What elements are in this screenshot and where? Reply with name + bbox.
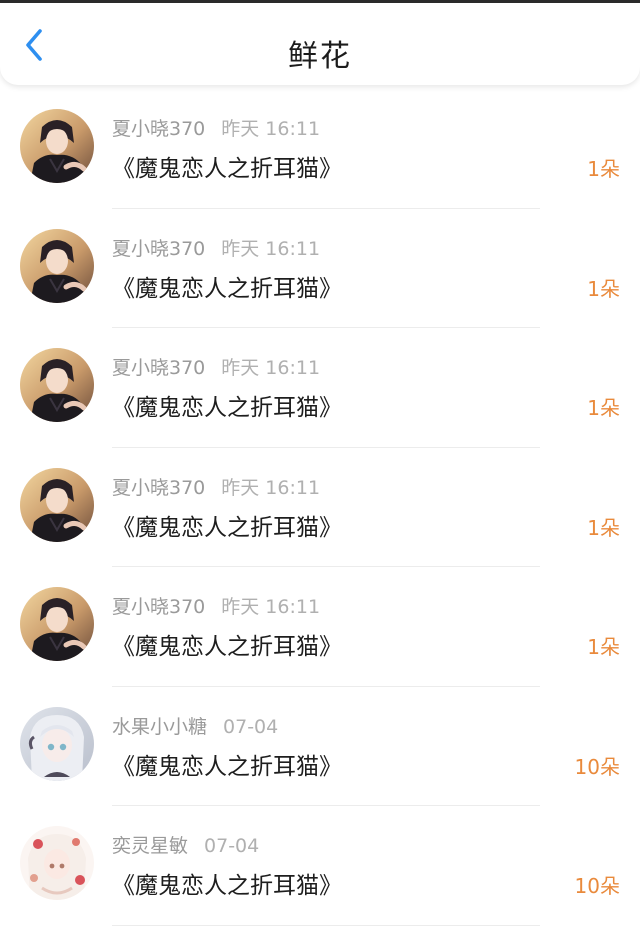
timestamp: 昨天 16:11 bbox=[221, 357, 321, 379]
flower-count: 10朵 bbox=[574, 874, 620, 898]
book-title[interactable]: 《魔鬼恋人之折耳猫》 bbox=[112, 508, 342, 542]
list-item[interactable]: 奕灵星敏 07-04 《魔鬼恋人之折耳猫》 10朵 bbox=[0, 806, 640, 926]
username[interactable]: 奕灵星敏 bbox=[112, 835, 188, 857]
page-title: 鲜花 bbox=[288, 39, 352, 74]
list-item[interactable]: 水果小小糖 07-04 《魔鬼恋人之折耳猫》 10朵 bbox=[0, 687, 640, 806]
avatar[interactable] bbox=[20, 587, 94, 661]
avatar[interactable] bbox=[20, 109, 94, 183]
app-header: 鲜花 bbox=[0, 3, 640, 85]
list-item[interactable]: 夏小晓370 昨天 16:11 《魔鬼恋人之折耳猫》 1朵 bbox=[0, 89, 640, 209]
avatar[interactable] bbox=[20, 706, 94, 781]
book-title[interactable]: 《魔鬼恋人之折耳猫》 bbox=[112, 747, 342, 781]
list-item[interactable]: 夏小晓370 昨天 16:11 《魔鬼恋人之折耳猫》 1朵 bbox=[0, 328, 640, 448]
book-title[interactable]: 《魔鬼恋人之折耳猫》 bbox=[112, 388, 342, 422]
flower-count: 1朵 bbox=[587, 396, 620, 420]
timestamp: 07-04 bbox=[204, 835, 260, 857]
timestamp: 昨天 16:11 bbox=[221, 237, 321, 260]
timestamp: 昨天 16:11 bbox=[221, 118, 321, 140]
flower-count: 1朵 bbox=[587, 635, 620, 659]
divider bbox=[112, 924, 540, 926]
flower-count: 1朵 bbox=[587, 515, 620, 540]
timestamp: 07-04 bbox=[223, 715, 279, 738]
username[interactable]: 夏小晓370 bbox=[112, 596, 205, 618]
list-item[interactable]: 夏小晓370 昨天 16:11 《魔鬼恋人之折耳猫》 1朵 bbox=[0, 567, 640, 687]
username[interactable]: 夏小晓370 bbox=[112, 118, 205, 140]
username[interactable]: 水果小小糖 bbox=[112, 716, 207, 738]
flower-list: 夏小晓370 昨天 16:11 《魔鬼恋人之折耳猫》 1朵 夏小晓370 昨天 … bbox=[0, 89, 640, 926]
flower-count: 1朵 bbox=[587, 276, 620, 301]
timestamp: 昨天 16:11 bbox=[221, 476, 321, 499]
book-title[interactable]: 《魔鬼恋人之折耳猫》 bbox=[112, 149, 342, 183]
username[interactable]: 夏小晓370 bbox=[112, 238, 205, 260]
list-item[interactable]: 夏小晓370 昨天 16:11 《魔鬼恋人之折耳猫》 1朵 bbox=[0, 448, 640, 567]
flower-count: 1朵 bbox=[587, 157, 620, 181]
list-item[interactable]: 夏小晓370 昨天 16:11 《魔鬼恋人之折耳猫》 1朵 bbox=[0, 209, 640, 328]
username[interactable]: 夏小晓370 bbox=[112, 477, 205, 499]
book-title[interactable]: 《魔鬼恋人之折耳猫》 bbox=[112, 866, 342, 900]
book-title[interactable]: 《魔鬼恋人之折耳猫》 bbox=[112, 269, 342, 303]
username[interactable]: 夏小晓370 bbox=[112, 357, 205, 379]
avatar[interactable] bbox=[20, 228, 94, 303]
timestamp: 昨天 16:11 bbox=[221, 596, 321, 618]
avatar[interactable] bbox=[20, 467, 94, 542]
flower-count: 10朵 bbox=[574, 754, 620, 779]
avatar[interactable] bbox=[20, 826, 94, 900]
avatar[interactable] bbox=[20, 348, 94, 422]
book-title[interactable]: 《魔鬼恋人之折耳猫》 bbox=[112, 627, 342, 661]
